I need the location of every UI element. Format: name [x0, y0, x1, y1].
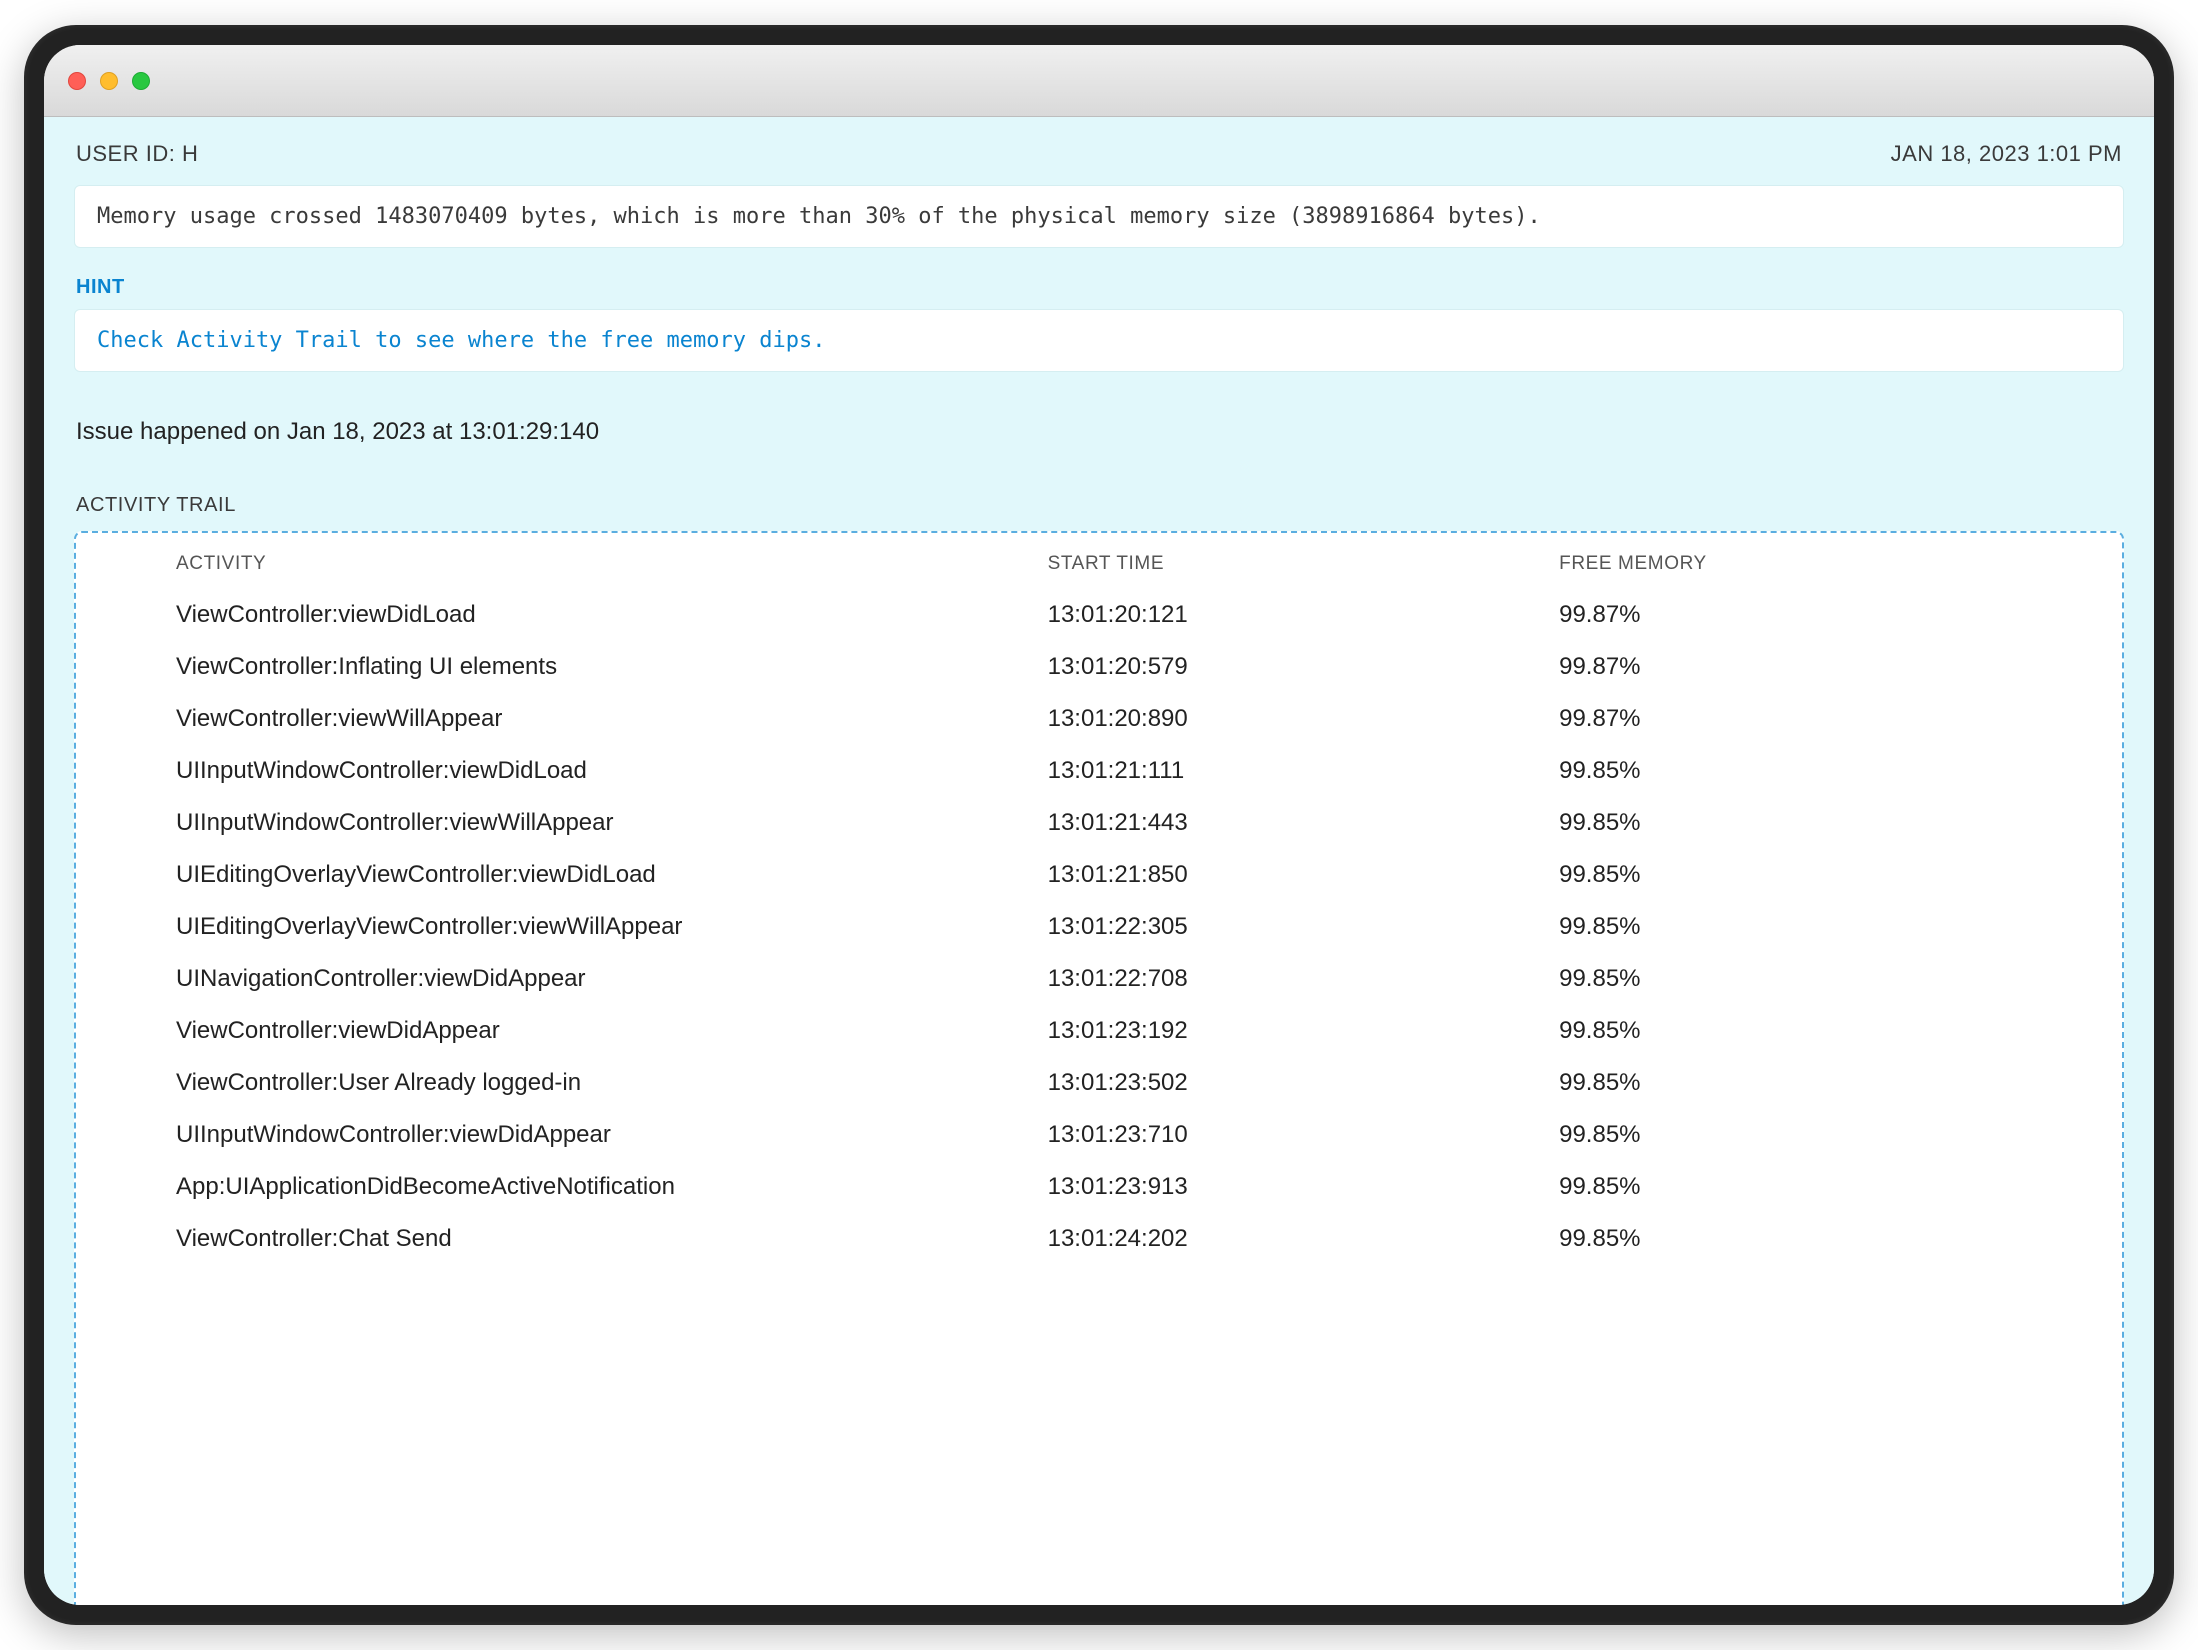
table-row: ViewController:viewDidLoad13:01:20:12199…: [76, 589, 2122, 641]
table-row: UIInputWindowController:viewDidLoad13:01…: [76, 745, 2122, 797]
cell-activity: UIInputWindowController:viewDidLoad: [76, 745, 1038, 797]
user-id-value: H: [182, 141, 198, 166]
maximize-window-button[interactable]: [132, 72, 150, 90]
hint-label: HINT: [76, 276, 2122, 299]
table-row: UINavigationController:viewDidAppear13:0…: [76, 953, 2122, 1005]
cell-free-memory: 99.87%: [1549, 641, 2122, 693]
cell-free-memory: 99.85%: [1549, 797, 2122, 849]
cell-activity: UINavigationController:viewDidAppear: [76, 953, 1038, 1005]
cell-free-memory: 99.85%: [1549, 745, 2122, 797]
device-frame: USER ID: H JAN 18, 2023 1:01 PM Memory u…: [24, 25, 2174, 1625]
cell-start-time: 13:01:21:443: [1038, 797, 1550, 849]
activity-trail-table: ACTIVITY START TIME FREE MEMORY ViewCont…: [76, 547, 2122, 1265]
cell-free-memory: 99.87%: [1549, 693, 2122, 745]
activity-trail-label: ACTIVITY TRAIL: [44, 458, 2154, 531]
activity-trail-panel: ACTIVITY START TIME FREE MEMORY ViewCont…: [74, 531, 2124, 1605]
cell-free-memory: 99.85%: [1549, 1005, 2122, 1057]
cell-start-time: 13:01:22:305: [1038, 901, 1550, 953]
table-row: ViewController:Inflating UI elements13:0…: [76, 641, 2122, 693]
cell-start-time: 13:01:20:890: [1038, 693, 1550, 745]
table-row: ViewController:viewWillAppear13:01:20:89…: [76, 693, 2122, 745]
issue-timestamp-line: Issue happened on Jan 18, 2023 at 13:01:…: [44, 390, 2154, 458]
cell-start-time: 13:01:22:708: [1038, 953, 1550, 1005]
cell-free-memory: 99.87%: [1549, 589, 2122, 641]
cell-activity: App:UIApplicationDidBecomeActiveNotifica…: [76, 1161, 1038, 1213]
hint-text: Check Activity Trail to see where the fr…: [74, 309, 2124, 372]
col-header-free-memory: FREE MEMORY: [1549, 547, 2122, 589]
cell-start-time: 13:01:21:111: [1038, 745, 1550, 797]
cell-start-time: 13:01:20:121: [1038, 589, 1550, 641]
cell-start-time: 13:01:20:579: [1038, 641, 1550, 693]
cell-start-time: 13:01:24:202: [1038, 1213, 1550, 1265]
meta-row: USER ID: H JAN 18, 2023 1:01 PM: [44, 117, 2154, 185]
cell-activity: ViewController:viewWillAppear: [76, 693, 1038, 745]
cell-free-memory: 99.85%: [1549, 1213, 2122, 1265]
cell-activity: ViewController:Chat Send: [76, 1213, 1038, 1265]
cell-activity: ViewController:User Already logged-in: [76, 1057, 1038, 1109]
cell-free-memory: 99.85%: [1549, 1109, 2122, 1161]
table-row: ViewController:User Already logged-in13:…: [76, 1057, 2122, 1109]
cell-activity: UIInputWindowController:viewWillAppear: [76, 797, 1038, 849]
cell-free-memory: 99.85%: [1549, 1057, 2122, 1109]
table-row: ViewController:viewDidAppear13:01:23:192…: [76, 1005, 2122, 1057]
memory-warning-message: Memory usage crossed 1483070409 bytes, w…: [74, 185, 2124, 248]
col-header-activity: ACTIVITY: [76, 547, 1038, 589]
table-row: UIInputWindowController:viewDidAppear13:…: [76, 1109, 2122, 1161]
cell-activity: UIInputWindowController:viewDidAppear: [76, 1109, 1038, 1161]
cell-start-time: 13:01:21:850: [1038, 849, 1550, 901]
cell-free-memory: 99.85%: [1549, 901, 2122, 953]
cell-activity: UIEditingOverlayViewController:viewWillA…: [76, 901, 1038, 953]
table-row: ViewController:Chat Send13:01:24:20299.8…: [76, 1213, 2122, 1265]
table-row: UIEditingOverlayViewController:viewWillA…: [76, 901, 2122, 953]
table-row: UIEditingOverlayViewController:viewDidLo…: [76, 849, 2122, 901]
content-pane: USER ID: H JAN 18, 2023 1:01 PM Memory u…: [44, 117, 2154, 1605]
cell-free-memory: 99.85%: [1549, 1161, 2122, 1213]
user-id-line: USER ID: H: [76, 141, 198, 167]
cell-start-time: 13:01:23:192: [1038, 1005, 1550, 1057]
cell-activity: UIEditingOverlayViewController:viewDidLo…: [76, 849, 1038, 901]
cell-activity: ViewController:Inflating UI elements: [76, 641, 1038, 693]
timestamp: JAN 18, 2023 1:01 PM: [1891, 141, 2122, 167]
table-row: UIInputWindowController:viewWillAppear13…: [76, 797, 2122, 849]
col-header-start-time: START TIME: [1038, 547, 1550, 589]
cell-activity: ViewController:viewDidLoad: [76, 589, 1038, 641]
close-window-button[interactable]: [68, 72, 86, 90]
table-header-row: ACTIVITY START TIME FREE MEMORY: [76, 547, 2122, 589]
device-inner: USER ID: H JAN 18, 2023 1:01 PM Memory u…: [44, 45, 2154, 1605]
cell-start-time: 13:01:23:913: [1038, 1161, 1550, 1213]
cell-start-time: 13:01:23:502: [1038, 1057, 1550, 1109]
window-titlebar: [44, 45, 2154, 117]
minimize-window-button[interactable]: [100, 72, 118, 90]
cell-start-time: 13:01:23:710: [1038, 1109, 1550, 1161]
cell-free-memory: 99.85%: [1549, 849, 2122, 901]
table-row: App:UIApplicationDidBecomeActiveNotifica…: [76, 1161, 2122, 1213]
cell-free-memory: 99.85%: [1549, 953, 2122, 1005]
cell-activity: ViewController:viewDidAppear: [76, 1005, 1038, 1057]
user-id-label: USER ID:: [76, 141, 175, 166]
